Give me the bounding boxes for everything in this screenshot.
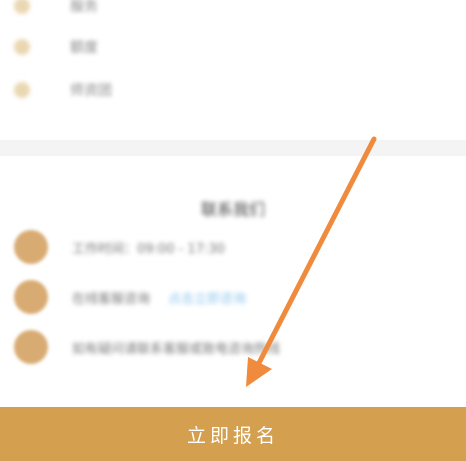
- section-title: 联系我们: [200, 200, 265, 219]
- feature-label: 师资团: [70, 83, 112, 99]
- contact-text: 工作时间：09:00 - 17:30: [72, 241, 225, 257]
- contact-text: 在线客服咨询: [72, 291, 151, 307]
- feature-item: 师资团: [14, 80, 112, 100]
- contact-row-note: 如有疑问请联系客服或致电咨询热线: [14, 330, 280, 364]
- consult-link[interactable]: 点击立即咨询: [168, 288, 246, 307]
- contact-row-service[interactable]: 在线客服咨询 点击立即咨询: [14, 280, 246, 314]
- feature-item: 额度: [14, 37, 98, 57]
- section-divider: [0, 140, 466, 156]
- features-card: 服务 额度 师资团: [0, 0, 466, 140]
- register-now-button[interactable]: 立即报名: [0, 407, 466, 461]
- clock-icon: [14, 230, 48, 264]
- contact-section: 联系我们 工作时间：09:00 - 17:30 在线客服咨询 点击立即咨询 如有…: [0, 156, 466, 406]
- contact-row-hours: 工作时间：09:00 - 17:30: [14, 230, 225, 264]
- info-icon: [14, 330, 48, 364]
- contact-text: 如有疑问请联系客服或致电咨询热线: [72, 341, 281, 357]
- feature-label: 额度: [70, 40, 98, 56]
- bullet-icon: [14, 82, 30, 98]
- feature-item: 服务: [14, 0, 98, 16]
- bullet-icon: [14, 39, 30, 55]
- feature-label: 服务: [70, 0, 98, 15]
- chat-icon: [14, 280, 48, 314]
- bullet-icon: [14, 0, 30, 14]
